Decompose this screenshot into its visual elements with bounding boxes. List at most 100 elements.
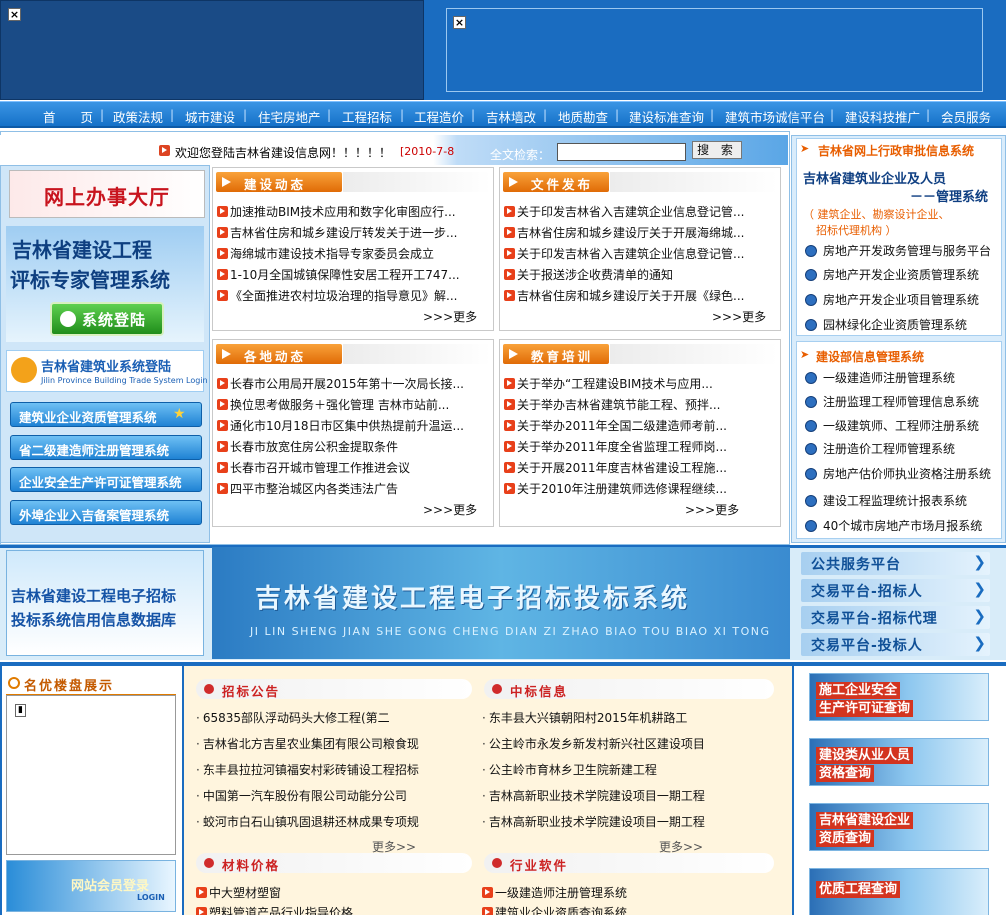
- speaker-icon: [159, 144, 172, 158]
- approval-system-title: 吉林省网上行政审批信息系统: [818, 144, 975, 158]
- date-text: [2010-7-8: [400, 145, 455, 158]
- news-item[interactable]: 吉林省住房和城乡建设厅关于开展海绵城...: [504, 224, 744, 240]
- system-icon: [805, 520, 817, 532]
- nav-cost[interactable]: 工程造价: [414, 107, 464, 126]
- platform-tenderer[interactable]: 交易平台-招标人: [801, 579, 990, 602]
- qualification-system-button[interactable]: 建筑业企业资质管理系统 ★: [10, 402, 202, 427]
- award-info-item[interactable]: 吉林高新职业技术学院建设项目一期工程: [482, 787, 705, 804]
- system-link[interactable]: 建设工程监理统计报表系统: [805, 492, 967, 509]
- news-item[interactable]: 吉林省住房和城乡建设厅转发关于进一步...: [217, 224, 457, 240]
- news-item[interactable]: 关于2010年注册建筑师选修课程继续...: [504, 480, 727, 496]
- broken-image-icon: ×: [8, 8, 21, 21]
- system-link[interactable]: 房地产开发企业资质管理系统: [805, 266, 979, 283]
- system-icon: [805, 396, 817, 408]
- enterprise-qualification-query[interactable]: 吉林省建设企业 资质查询: [809, 803, 989, 851]
- external-enterprise-button[interactable]: 外埠企业入吉备案管理系统: [10, 500, 202, 525]
- system-link[interactable]: 园林绿化企业资质管理系统: [805, 316, 967, 333]
- news-item[interactable]: 1-10月全国城镇保障性安居工程开工747...: [217, 266, 460, 282]
- nav-standards[interactable]: 建设标准查询: [629, 107, 704, 126]
- enterprise-system-subtitle[interactable]: －－管理系统: [910, 186, 988, 205]
- safety-permit-button[interactable]: 企业安全生产许可证管理系统: [10, 467, 202, 492]
- news-item[interactable]: 海绵城市建设技术指导专家委员会成立: [217, 245, 434, 261]
- bid-notice-item[interactable]: 65835部队浮动码头大修工程(第二: [196, 709, 390, 726]
- system-link[interactable]: 房地产开发企业项目管理系统: [805, 291, 979, 308]
- news-item[interactable]: 换位思考做服务＋强化管理 吉林市站前...: [217, 396, 449, 412]
- system-link[interactable]: 房地产估价师执业资格注册系统: [805, 465, 991, 482]
- constructor-registration-button[interactable]: 省二级建造师注册管理系统: [10, 435, 202, 460]
- system-link[interactable]: 一级建筑师、工程师注册系统: [805, 417, 979, 434]
- bid-notice-item[interactable]: 吉林省北方吉星农业集团有限公司粮食现: [196, 735, 419, 752]
- news-item[interactable]: 关于举办2011年全国二级建造师考前...: [504, 417, 727, 433]
- trade-system-login[interactable]: 吉林省建筑业系统登陆 Jilin Province Building Trade…: [6, 350, 208, 392]
- award-info-item[interactable]: 吉林高新职业技术学院建设项目一期工程: [482, 813, 705, 830]
- news-item[interactable]: 长春市召开城市管理工作推进会议: [217, 459, 410, 475]
- news-item[interactable]: 关于开展2011年度吉林省建设工程施...: [504, 459, 727, 475]
- news-item[interactable]: 通化市10月18日市区集中供热提前升温运...: [217, 417, 464, 433]
- news-item[interactable]: 长春市公用局开展2015年第十一次局长接...: [217, 375, 464, 391]
- main-nav: 首 页 | 政策法规 | 城市建设 | 住宅房地产 | 工程招标 | 工程造价 …: [0, 101, 1006, 128]
- personnel-qualification-query[interactable]: 建设类从业人员 资格查询: [809, 738, 989, 786]
- system-link[interactable]: 注册监理工程师管理信息系统: [805, 393, 979, 410]
- credit-database-banner[interactable]: 吉林省建设工程电子招标 投标系统信用信息数据库: [6, 550, 204, 656]
- material-price-title: 材料价格: [196, 853, 472, 873]
- industry-software-item[interactable]: 建筑业企业资质查询系统: [482, 904, 627, 915]
- bid-notice-item[interactable]: 蛟河市白石山镇巩固退耕还林成果专项规: [196, 813, 419, 830]
- enterprise-system-title[interactable]: 吉林省建筑业企业及人员: [803, 168, 946, 187]
- nav-bidding[interactable]: 工程招标: [342, 107, 392, 126]
- platform-bidder[interactable]: 交易平台-投标人: [801, 633, 990, 656]
- arrow-icon: ➤: [800, 348, 810, 361]
- award-info-item[interactable]: 东丰县大兴镇朝阳村2015年机耕路工: [482, 709, 688, 726]
- system-link[interactable]: 一级建造师注册管理系统: [805, 369, 955, 386]
- system-link[interactable]: 注册造价工程师管理系统: [805, 440, 955, 457]
- quality-project-query[interactable]: 优质工程查询: [809, 868, 989, 915]
- system-icon: [805, 443, 817, 455]
- system-link[interactable]: 房地产开发政务管理与服务平台: [805, 242, 991, 259]
- more-link[interactable]: >>>更多: [712, 308, 766, 325]
- news-item[interactable]: 关于报送涉企收费清单的通知: [504, 266, 673, 282]
- nav-geology[interactable]: 地质勘查: [558, 107, 608, 126]
- member-login-banner[interactable]: 网站会员登录 LOGIN: [6, 860, 176, 912]
- news-item[interactable]: 关于举办2011年度全省监理工程师岗...: [504, 438, 727, 454]
- more-link[interactable]: >>>更多: [423, 308, 477, 325]
- bid-notice-item[interactable]: 中国第一汽车股份有限公司动能分公司: [196, 787, 407, 804]
- news-item[interactable]: 关于举办“工程建设BIM技术与应用...: [504, 375, 713, 391]
- news-item[interactable]: 关于印发吉林省入吉建筑企业信息登记管...: [504, 245, 744, 261]
- industry-software-item[interactable]: 一级建造师注册管理系统: [482, 884, 627, 901]
- news-item[interactable]: 吉林省住房和城乡建设厅关于开展《绿色...: [504, 287, 744, 303]
- nav-urban[interactable]: 城市建设: [185, 107, 235, 126]
- award-info-item[interactable]: 公主岭市永发乡新发村新兴社区建设项目: [482, 735, 705, 752]
- nav-housing[interactable]: 住宅房地产: [258, 107, 321, 126]
- system-icon: [805, 495, 817, 507]
- circle-icon: [8, 677, 20, 689]
- ministry-system-title: 建设部信息管理系统: [816, 350, 925, 364]
- query-label-2: 资格查询: [816, 765, 875, 782]
- news-item[interactable]: 长春市放宽住房公积金提取条件: [217, 438, 398, 454]
- material-price-item[interactable]: 塑料管道产品行业指导价格: [196, 904, 353, 915]
- search-button[interactable]: 搜 索: [692, 141, 742, 159]
- nav-policy[interactable]: 政策法规: [113, 107, 163, 126]
- search-input[interactable]: [557, 143, 686, 161]
- news-item[interactable]: 加速推动BIM技术应用和数字化审图应行...: [217, 203, 456, 219]
- safety-permit-query[interactable]: 施工企业安全 生产许可证查询: [809, 673, 989, 721]
- award-info-item[interactable]: 公主岭市育林乡卫生院新建工程: [482, 761, 657, 778]
- system-login-button[interactable]: 系统登陆: [50, 302, 164, 336]
- material-price-item[interactable]: 中大塑材塑窗: [196, 884, 281, 901]
- more-link[interactable]: >>>更多: [423, 501, 477, 518]
- nav-integrity[interactable]: 建筑市场诚信平台: [725, 107, 825, 126]
- nav-member[interactable]: 会员服务: [941, 107, 991, 126]
- news-item[interactable]: 关于印发吉林省入吉建筑企业信息登记管...: [504, 203, 744, 219]
- news-item[interactable]: 关于举办吉林省建筑节能工程、预拌...: [504, 396, 720, 412]
- nav-wall[interactable]: 吉林墙改: [486, 107, 536, 126]
- broken-image-icon: ×: [453, 16, 466, 29]
- news-item[interactable]: 《全面推进农村垃圾治理的指导意见》解...: [217, 287, 457, 303]
- platform-public-service[interactable]: 公共服务平台: [801, 552, 990, 575]
- platform-agency[interactable]: 交易平台-招标代理: [801, 606, 990, 629]
- system-icon: [805, 468, 817, 480]
- nav-home[interactable]: 首 页: [43, 107, 93, 126]
- bid-notice-item[interactable]: 东丰县拉拉河镇福安村彩砖铺设工程招标: [196, 761, 419, 778]
- online-hall-banner[interactable]: 网上办事大厅: [9, 170, 205, 218]
- nav-tech[interactable]: 建设科技推广: [845, 107, 920, 126]
- system-link[interactable]: 40个城市房地产市场月报系统: [805, 517, 982, 534]
- news-item[interactable]: 四平市整治城区内各类违法广告: [217, 480, 398, 496]
- more-link[interactable]: >>>更多: [685, 501, 739, 518]
